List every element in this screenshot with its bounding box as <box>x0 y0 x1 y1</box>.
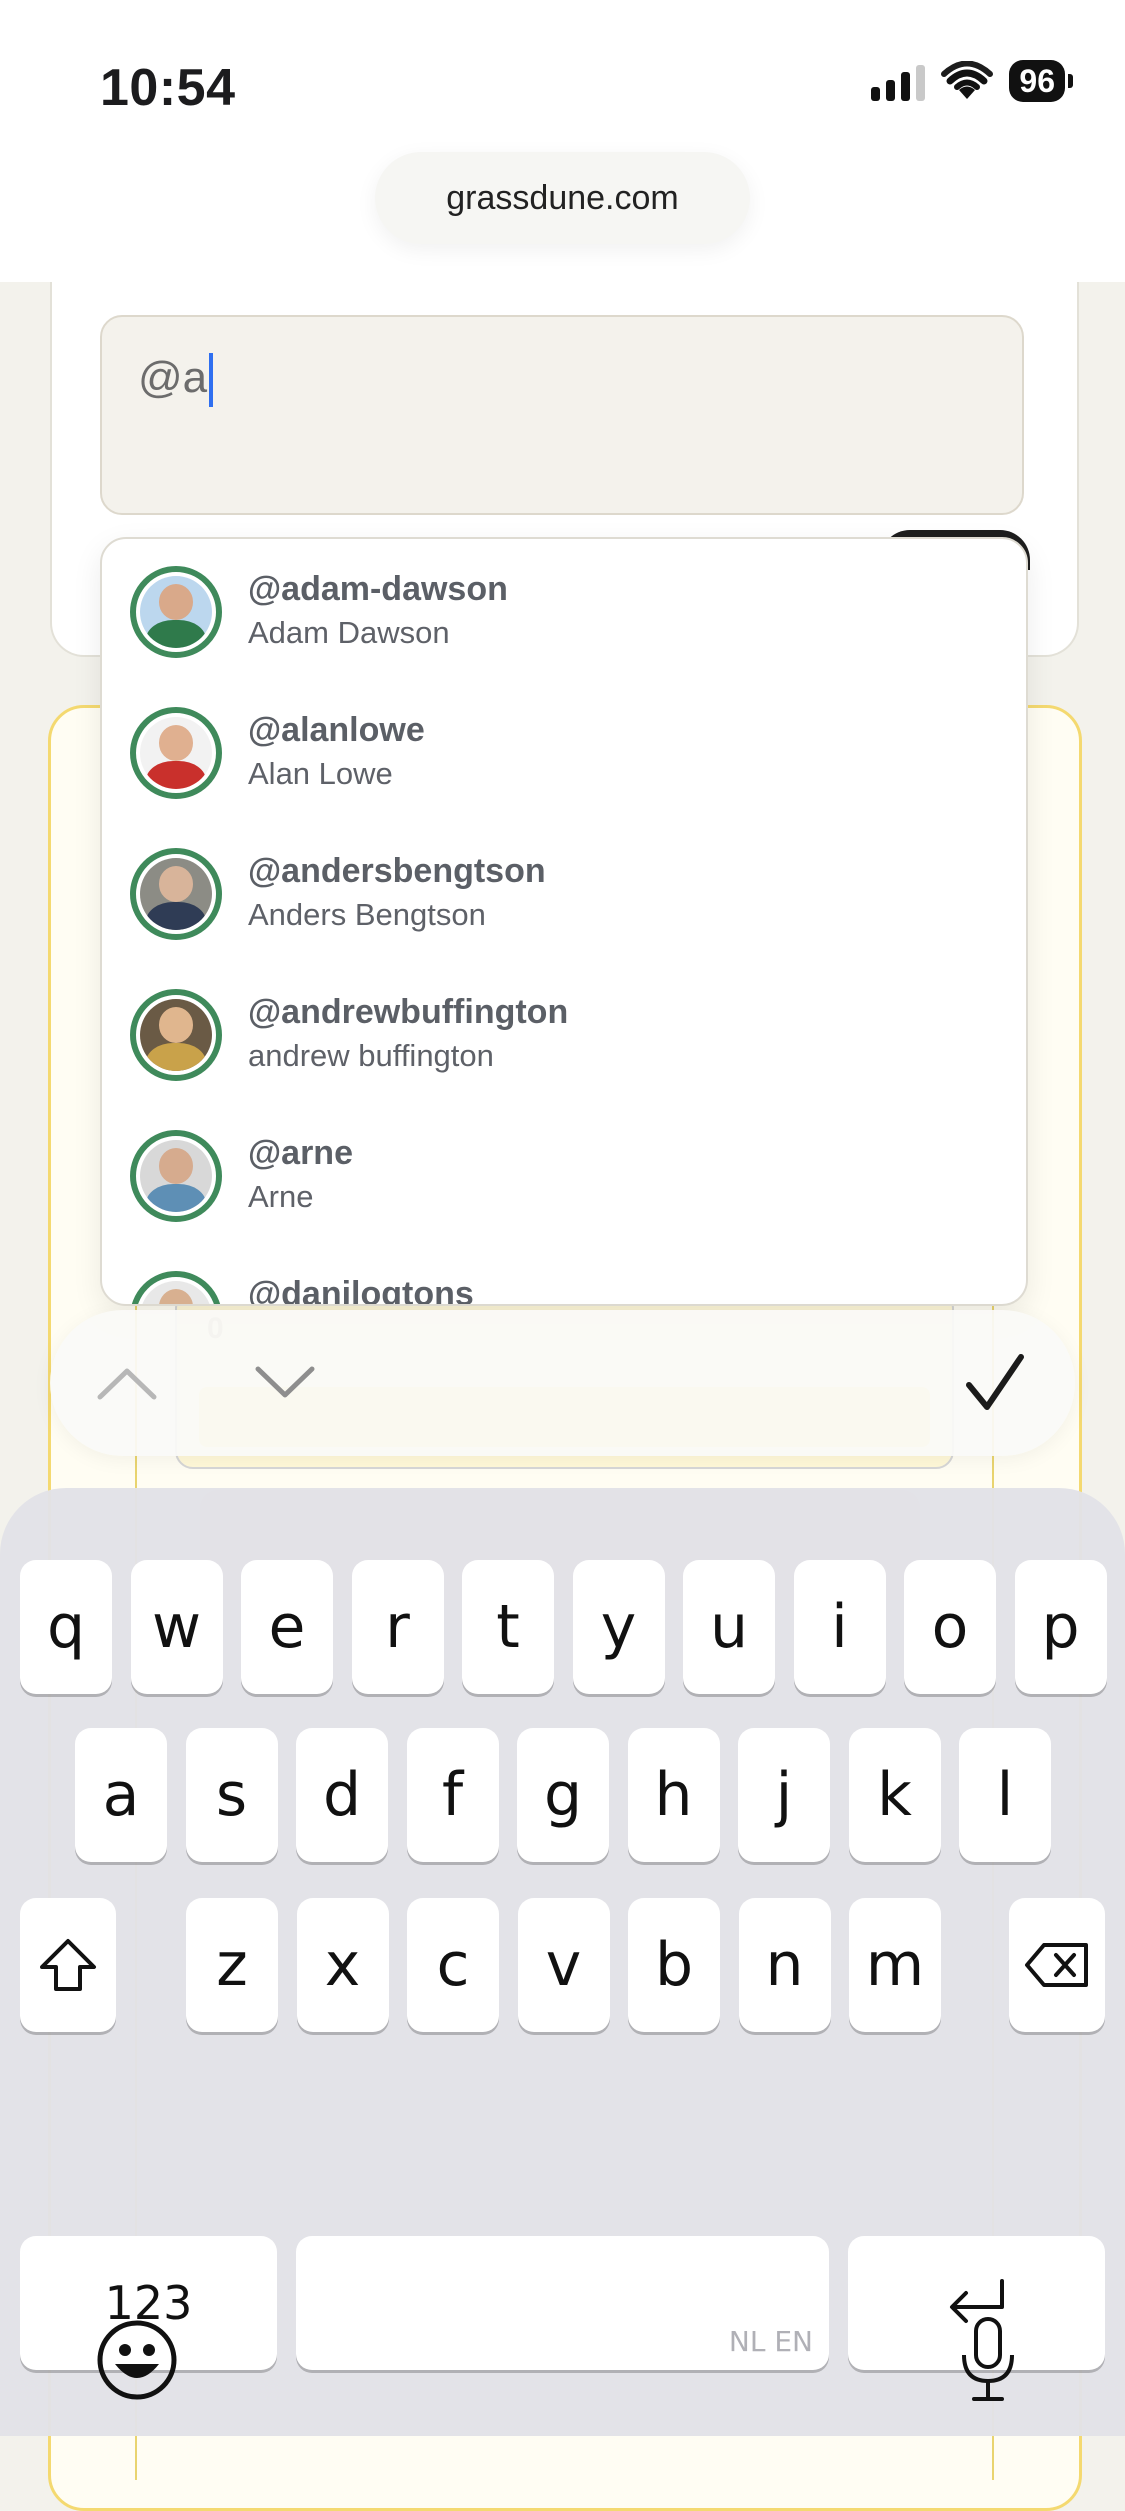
key-x[interactable]: x <box>296 1898 389 2032</box>
suggestion-handle: @adam-dawson <box>248 570 508 608</box>
browser-top-bar: 10:54 96 grassdune.com <box>0 0 1125 282</box>
on-screen-keyboard: 123 NL EN qwertyuiopasdfghjklzxcvbnm <box>0 1488 1125 2436</box>
keyboard-language-hint: NL EN <box>728 2325 813 2358</box>
key-o[interactable]: o <box>904 1560 996 1694</box>
key-label: b <box>654 1930 694 2000</box>
key-label: t <box>496 1592 520 1662</box>
suggestion-handle: @andrewbuffington <box>248 993 569 1031</box>
mention-suggestions: @adam-dawson Adam Dawson @alanlowe Alan Low… <box>100 537 1028 1306</box>
avatar <box>130 1270 222 1304</box>
key-label: n <box>765 1930 804 2000</box>
key-k[interactable]: k <box>848 1728 941 1862</box>
key-label: y <box>600 1592 637 1662</box>
key-label: g <box>543 1760 583 1830</box>
mention-suggestion-item[interactable]: @andersbengtson Anders Bengtson <box>102 823 1026 964</box>
key-label: z <box>216 1930 248 2000</box>
space-key[interactable]: NL EN <box>296 2236 829 2370</box>
key-label: x <box>324 1930 361 2000</box>
suggestion-name: andrew buffington <box>248 1038 494 1073</box>
key-label: p <box>1041 1592 1080 1662</box>
key-f[interactable]: f <box>406 1728 499 1862</box>
avatar <box>130 706 222 799</box>
avatar <box>130 565 222 658</box>
checkmark-icon[interactable] <box>960 1348 1030 1418</box>
key-label: w <box>151 1592 202 1662</box>
wifi-icon <box>941 61 994 99</box>
key-label: h <box>654 1760 693 1830</box>
key-y[interactable]: y <box>572 1560 665 1694</box>
suggestion-handle: @arne <box>248 1134 353 1172</box>
key-label: r <box>385 1592 410 1662</box>
suggestion-name: Arne <box>248 1179 314 1214</box>
mention-suggestion-item[interactable]: @danilogtons <box>102 1246 1026 1306</box>
key-b[interactable]: b <box>628 1898 720 2032</box>
avatar <box>130 988 222 1081</box>
suggestion-handle: @alanlowe <box>248 711 425 749</box>
comment-input-text: @a <box>138 353 208 402</box>
key-l[interactable]: l <box>959 1728 1051 1862</box>
key-m[interactable]: m <box>849 1898 941 2032</box>
key-label: v <box>545 1930 582 2000</box>
key-u[interactable]: u <box>683 1560 775 1694</box>
key-s[interactable]: s <box>185 1728 278 1862</box>
key-label: e <box>268 1592 306 1662</box>
key-n[interactable]: n <box>738 1898 831 2032</box>
key-label: k <box>877 1760 912 1830</box>
key-label: m <box>865 1930 925 2000</box>
url-bar[interactable]: grassdune.com <box>375 152 750 244</box>
key-i[interactable]: i <box>793 1560 886 1694</box>
avatar <box>130 1129 222 1222</box>
key-label: j <box>775 1760 793 1830</box>
comment-input[interactable]: @a <box>100 315 1024 515</box>
key-p[interactable]: p <box>1014 1560 1107 1694</box>
mention-suggestion-item[interactable]: @adam-dawson Adam Dawson <box>102 541 1026 682</box>
text-caret <box>209 353 214 408</box>
suggestion-name: Adam Dawson <box>248 615 450 650</box>
key-v[interactable]: v <box>517 1898 610 2032</box>
suggestion-handle: @andersbengtson <box>248 852 546 890</box>
url-text: grassdune.com <box>446 178 679 217</box>
key-d[interactable]: d <box>296 1728 388 1862</box>
key-a[interactable]: a <box>75 1728 167 1862</box>
key-z[interactable]: z <box>186 1898 278 2032</box>
avatar <box>130 847 222 940</box>
shift-key[interactable] <box>20 1898 116 2032</box>
key-label: f <box>441 1760 464 1830</box>
key-label: u <box>709 1592 749 1662</box>
key-label: l <box>996 1760 1014 1830</box>
key-label: s <box>215 1760 248 1830</box>
mention-suggestion-item[interactable]: @andrewbuffington andrew buffington <box>102 964 1026 1105</box>
emoji-icon[interactable] <box>92 2315 182 2405</box>
key-label: i <box>831 1592 848 1662</box>
key-w[interactable]: w <box>130 1560 223 1694</box>
key-label: o <box>931 1592 969 1662</box>
keyboard-accessory-bar <box>50 1310 1075 1456</box>
mention-suggestion-item[interactable]: @arne Arne <box>102 1105 1026 1246</box>
battery-indicator: 96 <box>1009 60 1073 102</box>
key-label: c <box>436 1930 470 2000</box>
backspace-key[interactable] <box>1009 1898 1105 2032</box>
key-label: q <box>46 1592 86 1662</box>
suggestion-name: Alan Lowe <box>248 756 393 791</box>
status-time: 10:54 <box>100 59 236 117</box>
chevron-up-icon[interactable] <box>92 1348 162 1418</box>
cellular-signal-icon <box>871 61 926 101</box>
chevron-down-icon[interactable] <box>250 1348 320 1418</box>
key-q[interactable]: q <box>20 1560 112 1694</box>
key-g[interactable]: g <box>517 1728 609 1862</box>
suggestion-name: Anders Bengtson <box>248 897 486 932</box>
key-label: a <box>102 1760 140 1830</box>
status-icons: 96 <box>871 60 1073 102</box>
key-r[interactable]: r <box>351 1560 444 1694</box>
key-label: d <box>322 1760 362 1830</box>
key-c[interactable]: c <box>407 1898 499 2032</box>
key-t[interactable]: t <box>462 1560 554 1694</box>
key-e[interactable]: e <box>241 1560 333 1694</box>
key-h[interactable]: h <box>627 1728 720 1862</box>
key-j[interactable]: j <box>738 1728 830 1862</box>
suggestion-handle: @danilogtons <box>248 1275 474 1306</box>
microphone-icon[interactable] <box>943 2315 1033 2405</box>
mention-suggestion-item[interactable]: @alanlowe Alan Lowe <box>102 682 1026 823</box>
